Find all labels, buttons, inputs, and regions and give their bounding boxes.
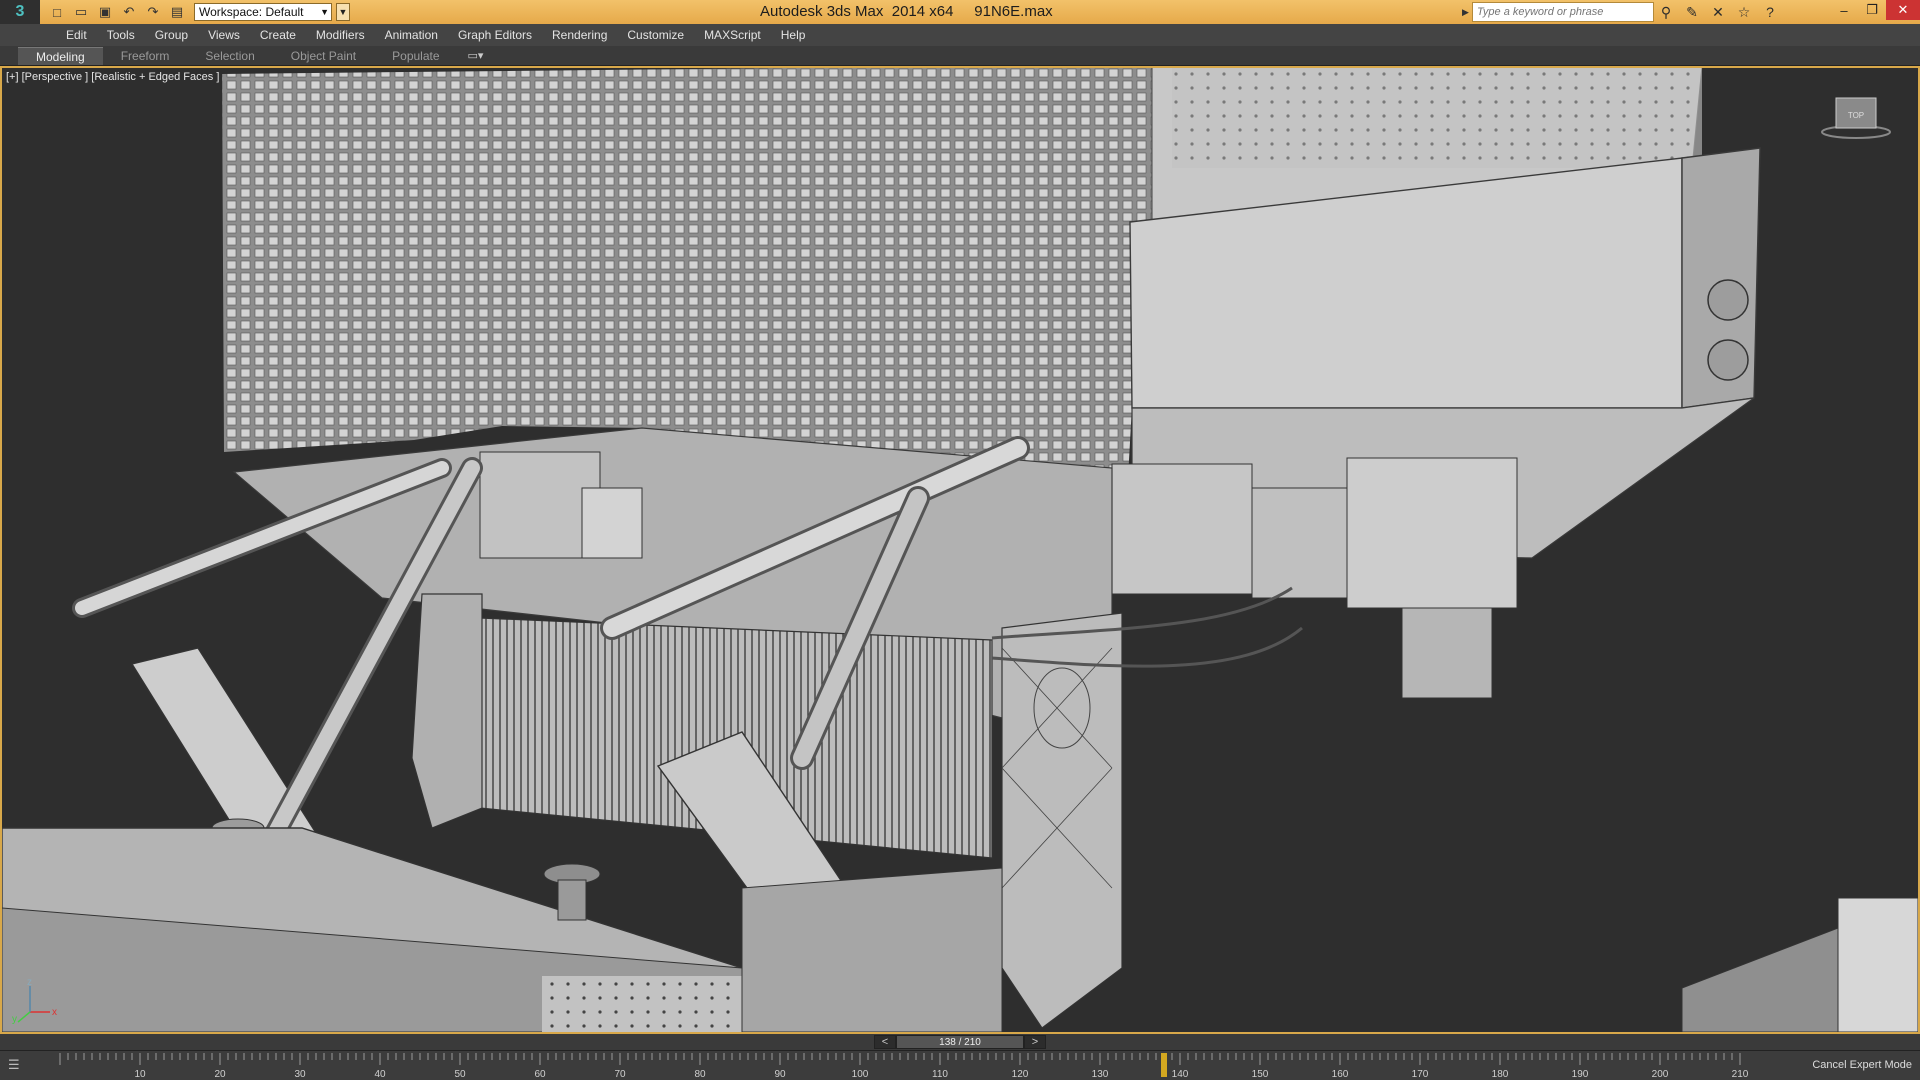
next-frame-button[interactable]: > [1024,1035,1046,1049]
restore-icon[interactable]: ❐ [1858,0,1886,20]
playhead-marker[interactable] [1161,1053,1167,1077]
search-input[interactable] [1472,2,1654,22]
redo-icon[interactable]: ↷ [142,2,164,22]
track-tick-label: 140 [1172,1069,1189,1080]
chevron-down-icon: ▼ [320,7,329,17]
menu-animation[interactable]: Animation [375,24,448,46]
antenna-array [222,68,1160,478]
previous-frame-button[interactable]: < [874,1035,896,1049]
track-bar[interactable]: ☰ 10 20 30 40 50 60 70 80 90 100 110 120 130 140 150 16… [0,1050,1920,1080]
viewport-label[interactable]: [+] [Perspective ] [Realistic + Edged Fa… [6,71,219,83]
tab-selection[interactable]: Selection [187,47,272,65]
logo-glyph: 3 [15,3,25,20]
open-file-icon[interactable]: ▭ [70,2,92,22]
time-slider[interactable]: < 138 / 210 > [0,1034,1920,1050]
track-tick-label: 190 [1572,1069,1589,1080]
track-tick-label: 120 [1012,1069,1029,1080]
track-tick-label: 130 [1092,1069,1109,1080]
help-icon[interactable]: ? [1759,2,1781,22]
ribbon-tabs: Modeling Freeform Selection Object Paint… [0,46,1920,66]
window-controls: – ❐ ✕ [1830,0,1920,20]
track-tick-label: 60 [534,1069,546,1080]
window-title: Autodesk 3ds Max 2014 x64 91N6E.max [760,3,1053,20]
support-pylon [1001,612,1123,1029]
undo-icon[interactable]: ↶ [118,2,140,22]
menu-maxscript[interactable]: MAXScript [694,24,771,46]
mini-curve-editor-icon[interactable]: ☰ [8,1057,30,1075]
save-icon[interactable]: ▣ [94,2,116,22]
track-tick-label: 100 [852,1069,869,1080]
workspace-dropdown[interactable]: Workspace: Default ▼ [194,3,332,21]
track-tick-label: 210 [1732,1069,1748,1080]
project-folder-icon[interactable]: ▤ [166,2,188,22]
track-tick-label: 110 [932,1069,948,1080]
track-tick-label: 180 [1492,1069,1509,1080]
menu-tools[interactable]: Tools [97,24,145,46]
menu-group[interactable]: Group [145,24,198,46]
new-file-icon[interactable]: □ [46,2,68,22]
track-tick-label: 50 [454,1069,466,1080]
track-tick-label: 170 [1412,1069,1429,1080]
binoculars-icon[interactable]: ⚲ [1655,2,1677,22]
quick-access-menu-button[interactable]: ▼ [336,3,350,21]
infocenter-icons: ⚲ ✎ ✕ ☆ ? [1655,2,1781,22]
viewcube-icon[interactable]: TOP [1820,92,1892,140]
track-tick-label: 200 [1652,1069,1669,1080]
scene-3d-model [2,68,1918,1032]
axis-tripod-icon: x z y [12,978,57,1025]
track-tick-label: 80 [694,1069,706,1080]
tab-modeling[interactable]: Modeling [18,46,103,65]
cancel-expert-mode-button[interactable]: Cancel Expert Mode [1812,1059,1912,1071]
track-tick-label: 70 [614,1069,626,1080]
time-slider-thumb[interactable]: 138 / 210 [896,1035,1024,1049]
subscription-icon[interactable]: ✎ [1681,2,1703,22]
collapse-arrow-icon[interactable]: ▶ [1462,2,1472,22]
app-logo-button[interactable]: 3 [0,0,40,24]
menu-rendering[interactable]: Rendering [542,24,617,46]
menu-create[interactable]: Create [250,24,306,46]
svg-text:TOP: TOP [1848,111,1864,120]
perspective-viewport[interactable]: [+] [Perspective ] [Realistic + Edged Fa… [0,66,1920,1034]
menu-help[interactable]: Help [771,24,816,46]
tab-populate[interactable]: Populate [374,47,457,65]
menu-bar: Edit Tools Group Views Create Modifiers … [0,24,1920,46]
ribbon-options-icon[interactable]: ▭▾ [468,49,484,62]
track-tick-label: 40 [374,1069,386,1080]
minimize-icon[interactable]: – [1830,0,1858,20]
menu-edit[interactable]: Edit [56,24,97,46]
close-icon[interactable]: ✕ [1886,0,1920,20]
title-bar: 3 □ ▭ ▣ ↶ ↷ ▤ Workspace: Default ▼ ▼ Auto… [0,0,1920,24]
quick-access-toolbar: □ ▭ ▣ ↶ ↷ ▤ Workspace: Default ▼ ▼ [40,0,350,24]
menu-views[interactable]: Views [198,24,250,46]
axis-x-label: x [52,1007,57,1018]
track-tick-label: 20 [214,1069,226,1080]
favorites-icon[interactable]: ☆ [1733,2,1755,22]
track-tick-label: 30 [294,1069,306,1080]
track-tick-label: 90 [774,1069,786,1080]
track-tick-label: 150 [1252,1069,1269,1080]
menu-customize[interactable]: Customize [617,24,694,46]
tab-object-paint[interactable]: Object Paint [273,47,374,65]
track-tick-label: 160 [1332,1069,1349,1080]
track-tick-label: 10 [134,1069,146,1080]
tab-freeform[interactable]: Freeform [103,47,188,65]
app-window: 3 □ ▭ ▣ ↶ ↷ ▤ Workspace: Default ▼ ▼ Auto… [0,0,1920,1080]
communication-icon[interactable]: ✕ [1707,2,1729,22]
workspace-label: Workspace: Default [199,5,304,19]
infocenter: ▶ [1462,2,1654,22]
track-ruler[interactable]: 10 20 30 40 50 60 70 80 90 100 110 120 130 140 150 160 1… [52,1051,1748,1080]
axis-z-label: z [27,978,32,988]
menu-graph-editors[interactable]: Graph Editors [448,24,542,46]
axis-y-label: y [12,1014,17,1025]
menu-modifiers[interactable]: Modifiers [306,24,375,46]
